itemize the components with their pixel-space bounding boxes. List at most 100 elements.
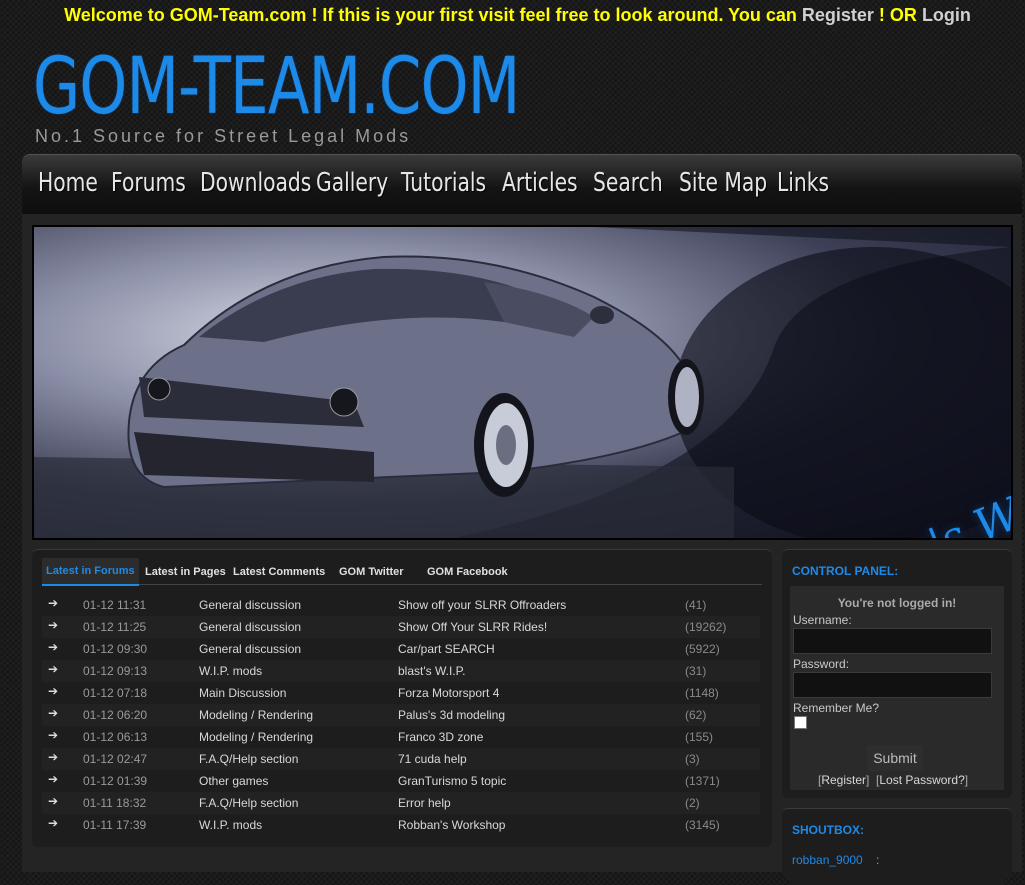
register-link[interactable]: Register — [802, 5, 874, 25]
welcome-separator: ! OR — [878, 5, 917, 25]
topic-date: 01-11 17:39 — [83, 818, 147, 832]
topic-title[interactable]: GranTurismo 5 topic — [398, 774, 506, 788]
tab-latest-comments[interactable]: Latest Comments — [233, 566, 325, 578]
submit-button[interactable]: Submit — [867, 745, 923, 771]
shoutbox-title: SHOUTBOX: — [792, 823, 864, 837]
cp-register-link[interactable]: Register — [821, 773, 866, 787]
forum-topic-row[interactable]: ➔ 01-11 17:39 W.I.P. mods Robban's Workshop… — [42, 814, 760, 836]
remember-me-label: Remember Me? — [793, 701, 880, 715]
account-links: [Register] [Lost Password?] — [818, 773, 969, 787]
topic-forum[interactable]: General discussion — [199, 642, 301, 656]
topic-forum[interactable]: Modeling / Rendering — [199, 708, 313, 722]
arrow-right-icon: ➔ — [48, 816, 59, 830]
welcome-text: Welcome to GOM-Team.com ! If this is you… — [64, 5, 797, 25]
lost-password-link[interactable]: Lost Password? — [879, 773, 964, 787]
shoutbox-messages: robban_9000 : — [790, 845, 1004, 885]
arrow-right-icon: ➔ — [48, 728, 59, 742]
forum-topic-row[interactable]: ➔ 01-12 01:39 Other games GranTurismo 5 top… — [42, 770, 760, 792]
username-label: Username: — [793, 613, 852, 627]
topic-date: 01-12 01:39 — [83, 774, 148, 788]
topic-title[interactable]: Forza Motorsport 4 — [398, 686, 499, 700]
topic-forum[interactable]: General discussion — [199, 598, 301, 612]
tab-gom-facebook[interactable]: GOM Facebook — [427, 566, 508, 578]
login-status: You're not logged in! — [837, 596, 957, 610]
topic-date: 01-12 06:13 — [83, 730, 148, 744]
topic-title[interactable]: Palus's 3d modeling — [398, 708, 505, 722]
topic-title[interactable]: Robban's Workshop — [398, 818, 505, 832]
arrow-right-icon: ➔ — [48, 684, 59, 698]
topic-date: 01-11 18:32 — [83, 796, 147, 810]
nav-search[interactable]: Search — [593, 167, 663, 199]
topic-forum[interactable]: Modeling / Rendering — [199, 730, 313, 744]
topic-reply-count: (5922) — [685, 642, 720, 656]
forum-topic-row[interactable]: ➔ 01-12 09:30 General discussion Car/part S… — [42, 638, 760, 660]
forum-topic-row[interactable]: ➔ 01-12 11:31 General discussion Show off y… — [42, 594, 760, 616]
nav-gallery[interactable]: Gallery — [316, 167, 388, 199]
featured-banner[interactable]: Franco's W.I.P. — [32, 225, 1013, 540]
topic-title[interactable]: 71 cuda help — [398, 752, 467, 766]
topic-title[interactable]: Franco 3D zone — [398, 730, 483, 744]
login-form: You're not logged in! Username: Password… — [790, 586, 1004, 790]
forum-topic-row[interactable]: ➔ 01-12 07:18 Main Discussion Forza Motorsp… — [42, 682, 760, 704]
welcome-bar: Welcome to GOM-Team.com ! If this is you… — [0, 5, 1025, 26]
topic-forum[interactable]: Other games — [199, 774, 268, 788]
main-nav: Home Forums Downloads Gallery Tutorials … — [22, 154, 1022, 215]
arrow-right-icon: ➔ — [48, 706, 59, 720]
topic-date: 01-12 06:20 — [83, 708, 148, 722]
arrow-right-icon: ➔ — [48, 596, 59, 610]
topic-reply-count: (19262) — [685, 620, 727, 634]
arrow-right-icon: ➔ — [48, 618, 59, 632]
car-illustration — [34, 227, 1011, 538]
topic-forum[interactable]: General discussion — [199, 620, 301, 634]
topic-forum[interactable]: F.A.Q/Help section — [199, 752, 298, 766]
topic-reply-count: (62) — [685, 708, 707, 722]
logo-title: GOM-TEAM.COM — [33, 42, 520, 132]
topic-date: 01-12 07:18 — [83, 686, 148, 700]
topic-reply-count: (155) — [685, 730, 714, 744]
topic-forum[interactable]: F.A.Q/Help section — [199, 796, 298, 810]
tab-gom-twitter[interactable]: GOM Twitter — [339, 566, 404, 578]
site-logo[interactable]: GOM-TEAM.COM No.1 Source for Street Lega… — [33, 42, 657, 146]
topic-forum[interactable]: W.I.P. mods — [199, 664, 262, 678]
nav-home[interactable]: Home — [38, 167, 98, 199]
shout-user[interactable]: robban_9000 — [792, 853, 863, 867]
nav-downloads[interactable]: Downloads — [200, 167, 311, 199]
topic-forum[interactable]: Main Discussion — [199, 686, 286, 700]
shoutbox: SHOUTBOX: robban_9000 : — [782, 808, 1012, 885]
forum-topic-row[interactable]: ➔ 01-12 11:25 General discussion Show Off Y… — [42, 616, 760, 638]
arrow-right-icon: ➔ — [48, 662, 59, 676]
nav-links[interactable]: Links — [777, 167, 829, 199]
forum-topic-row[interactable]: ➔ 01-12 06:13 Modeling / Rendering Franco 3… — [42, 726, 760, 748]
nav-site-map[interactable]: Site Map — [679, 167, 767, 199]
forum-topic-row[interactable]: ➔ 01-12 09:13 W.I.P. mods blast's W.I.P. (31… — [42, 660, 760, 682]
arrow-right-icon: ➔ — [48, 772, 59, 786]
nav-articles[interactable]: Articles — [502, 167, 578, 199]
topic-title[interactable]: blast's W.I.P. — [398, 664, 465, 678]
control-panel: CONTROL PANEL: You're not logged in! Use… — [782, 549, 1012, 798]
forum-topic-row[interactable]: ➔ 01-12 02:47 F.A.Q/Help section 71 cuda he… — [42, 748, 760, 770]
forum-topic-row[interactable]: ➔ 01-12 06:20 Modeling / Rendering Palus's … — [42, 704, 760, 726]
tab-latest-in-pages[interactable]: Latest in Pages — [145, 566, 226, 578]
remember-me-checkbox[interactable] — [794, 716, 807, 729]
topic-reply-count: (1371) — [685, 774, 720, 788]
topic-title[interactable]: Car/part SEARCH — [398, 642, 495, 656]
topic-date: 01-12 11:31 — [83, 598, 147, 612]
password-input[interactable] — [793, 672, 992, 698]
topic-date: 01-12 09:13 — [83, 664, 148, 678]
topic-title[interactable]: Show off your SLRR Offroaders — [398, 598, 566, 612]
login-link[interactable]: Login — [922, 5, 971, 25]
topic-forum[interactable]: W.I.P. mods — [199, 818, 262, 832]
topic-reply-count: (1148) — [685, 686, 719, 700]
arrow-right-icon: ➔ — [48, 640, 59, 654]
topic-title[interactable]: Error help — [398, 796, 451, 810]
nav-tutorials[interactable]: Tutorials — [401, 167, 486, 199]
password-label: Password: — [793, 657, 850, 671]
topic-title[interactable]: Show Off Your SLRR Rides! — [398, 620, 547, 634]
forum-topic-row[interactable]: ➔ 01-11 18:32 F.A.Q/Help section Error help… — [42, 792, 760, 814]
tab-latest-in-forums[interactable]: Latest in Forums — [42, 558, 139, 586]
topic-reply-count: (31) — [685, 664, 707, 678]
username-input[interactable] — [793, 628, 992, 654]
nav-forums[interactable]: Forums — [111, 167, 186, 199]
topic-reply-count: (3145) — [685, 818, 720, 832]
control-panel-title: CONTROL PANEL: — [792, 564, 899, 578]
